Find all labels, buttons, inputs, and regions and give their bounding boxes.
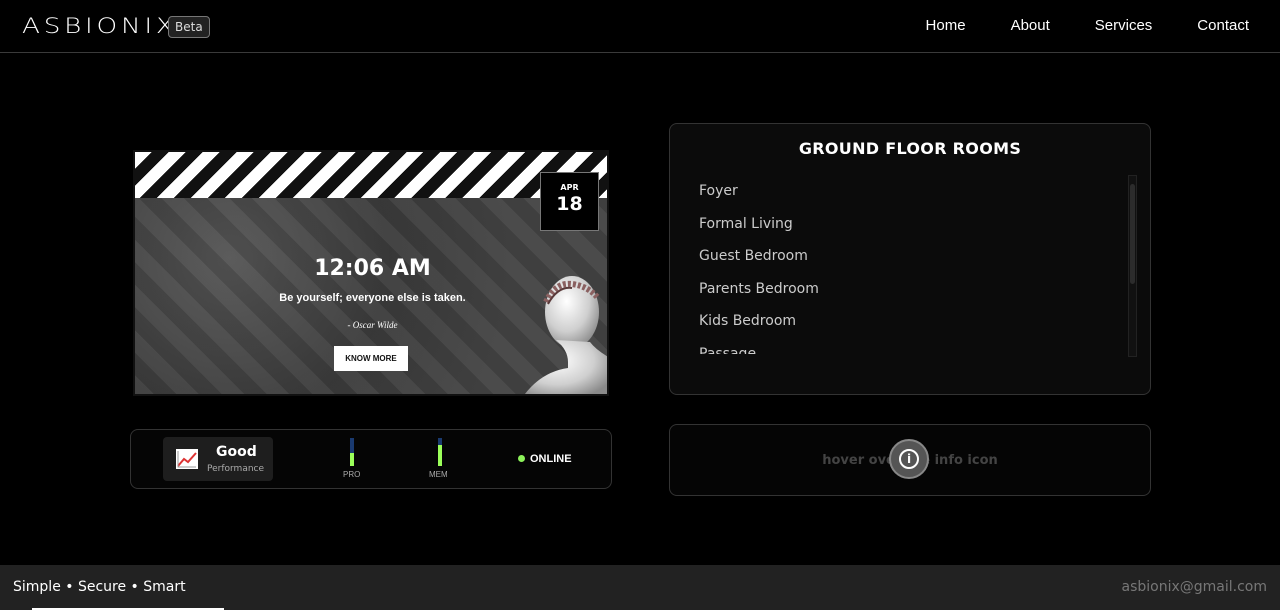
rooms-title: GROUND FLOOR ROOMS [798,139,1022,158]
nav-about[interactable]: About [1011,17,1050,34]
nav-services[interactable]: Services [1095,17,1153,34]
brand-logo[interactable]: ASBIONIX [22,14,178,38]
room-item[interactable]: Foyer [699,178,1119,211]
rooms-list[interactable]: Foyer Formal Living Guest Bedroom Parent… [699,178,1119,354]
beta-badge: Beta [168,16,210,38]
online-text: ONLINE [530,453,572,465]
chart-icon [176,449,198,469]
online-status: ONLINE [518,453,572,465]
date-badge: APR 18 [540,172,599,231]
room-item[interactable]: Formal Living [699,211,1119,244]
main-nav: Home About Services Contact [881,17,1249,34]
top-navbar: ASBIONIX Beta Home About Services Contac… [0,0,1280,53]
footer-tagline: Simple • Secure • Smart [13,579,186,595]
performance-value: Good [216,444,257,460]
mem-label: MEM [429,470,448,479]
system-status-bar: Good Performance PRO MEM ONLINE [130,429,612,489]
room-item[interactable]: Passage [699,341,1119,355]
statue-image [525,276,607,394]
nav-home[interactable]: Home [926,17,966,34]
info-icon: i [899,449,919,469]
footer: Simple • Secure • Smart asbionix@gmail.c… [0,565,1280,610]
room-item[interactable]: Parents Bedroom [699,276,1119,309]
pro-meter [350,438,354,466]
date-month: APR [560,183,579,192]
rooms-scrollbar[interactable] [1128,175,1137,357]
footer-email[interactable]: asbionix@gmail.com [1122,579,1268,595]
quote-card: APR 18 12:06 AM Be yourself; everyone el… [133,150,609,396]
know-more-button[interactable]: KNOW MORE [334,346,408,371]
info-button[interactable]: i [889,439,929,479]
pro-meter-fill [350,453,354,466]
mem-meter-fill [438,445,442,466]
room-item[interactable]: Kids Bedroom [699,308,1119,341]
rooms-panel: GROUND FLOOR ROOMS Foyer Formal Living G… [669,123,1151,395]
pro-label: PRO [343,470,361,479]
date-day: 18 [556,193,583,215]
scrollbar-thumb[interactable] [1130,184,1135,284]
performance-widget: Good Performance [163,437,273,481]
room-item[interactable]: Guest Bedroom [699,243,1119,276]
performance-label: Performance [207,464,265,474]
nav-contact[interactable]: Contact [1197,17,1249,34]
info-panel: hover over the info icon i [669,424,1151,496]
mem-meter [438,438,442,466]
online-dot-icon [518,455,525,462]
stripe-banner [135,152,607,198]
